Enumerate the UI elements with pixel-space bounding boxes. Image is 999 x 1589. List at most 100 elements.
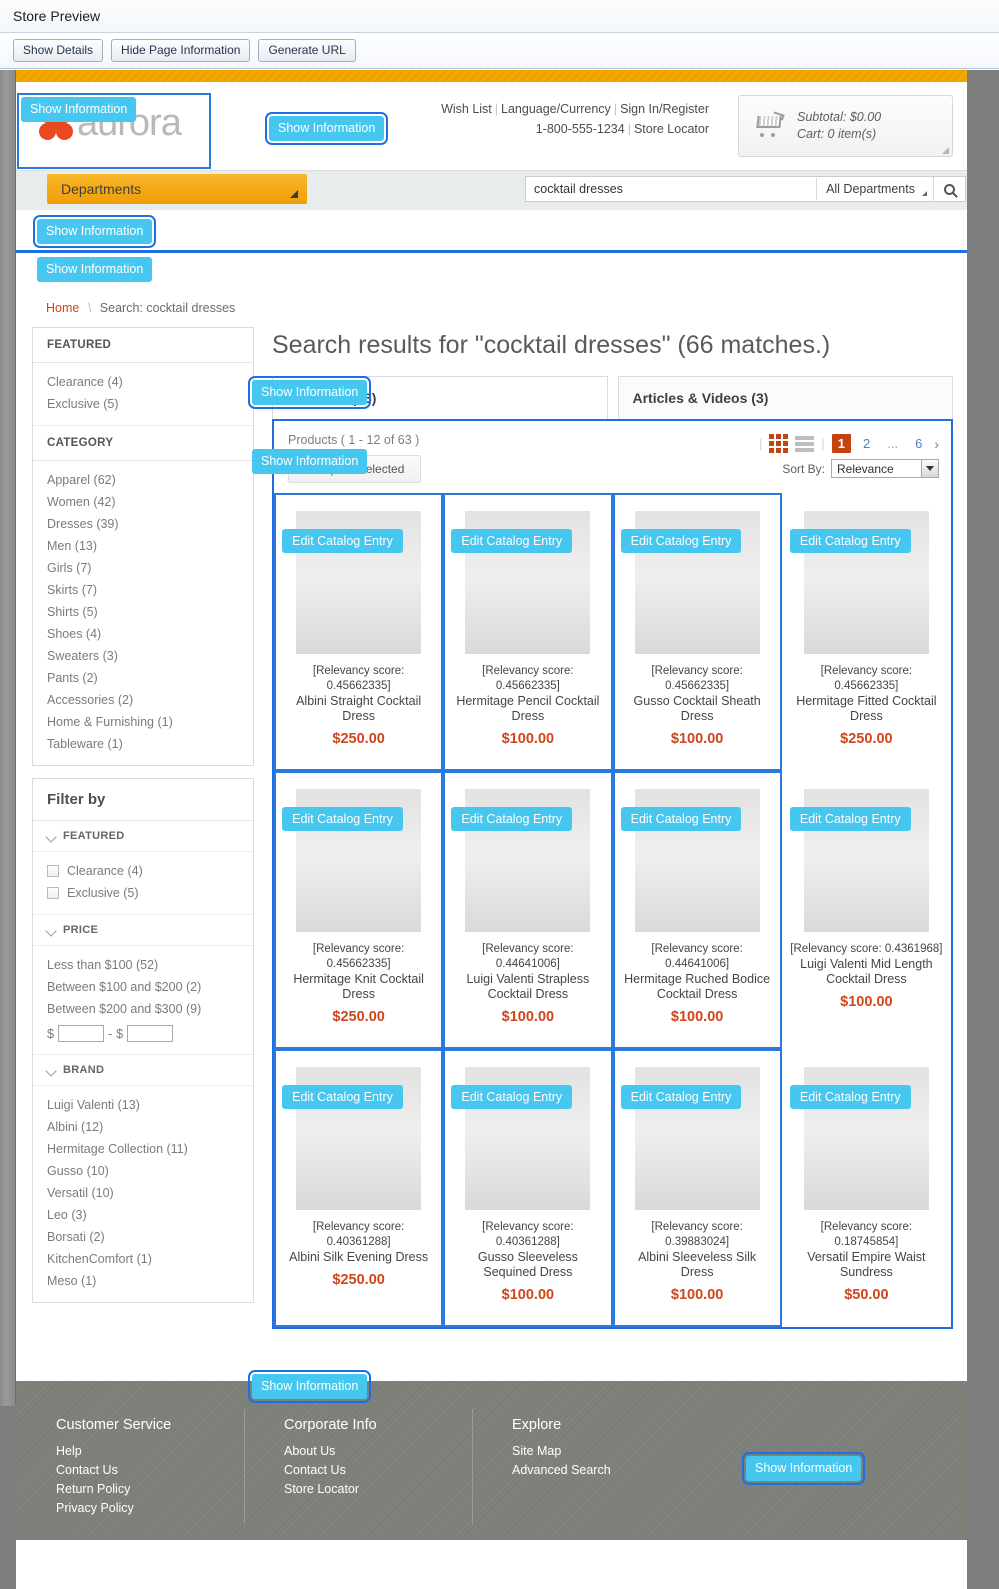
price-200-300[interactable]: Between $200 and $300 (9)	[33, 998, 253, 1020]
show-information-nav-upper[interactable]: Show Information	[37, 219, 152, 244]
show-information-tabs[interactable]: Show Information	[252, 380, 367, 405]
exclusive-checkbox[interactable]	[47, 887, 59, 899]
edit-catalog-entry-button[interactable]: Edit Catalog Entry	[451, 529, 572, 553]
sign-in-register-link[interactable]: Sign In/Register	[620, 102, 709, 116]
footer-link-advanced-search[interactable]: Advanced Search	[512, 1461, 700, 1480]
footer-link-privacy-policy[interactable]: Privacy Policy	[56, 1499, 244, 1518]
facet-girls[interactable]: Girls (7)	[33, 557, 253, 579]
edit-catalog-entry-button[interactable]: Edit Catalog Entry	[451, 1085, 572, 1109]
facet-men[interactable]: Men (13)	[33, 535, 253, 557]
price-less-than-100[interactable]: Less than $100 (52)	[33, 954, 253, 976]
next-page-icon[interactable]: ›	[934, 436, 939, 452]
hide-page-information-button[interactable]: Hide Page Information	[111, 39, 250, 62]
edit-catalog-entry-button[interactable]: Edit Catalog Entry	[790, 529, 911, 553]
product-card[interactable]: Edit Catalog Entry[Relevancy score: 0.39…	[613, 1049, 782, 1327]
price-min-input[interactable]	[58, 1025, 104, 1042]
footer-link-help[interactable]: Help	[56, 1442, 244, 1461]
footer-link-site-map[interactable]: Site Map	[512, 1442, 700, 1461]
brand-gusso[interactable]: Gusso (10)	[33, 1160, 253, 1182]
brand-albini[interactable]: Albini (12)	[33, 1116, 253, 1138]
show-information-header-links[interactable]: Show Information	[269, 116, 384, 141]
footer-link-contact-us-corporate[interactable]: Contact Us	[284, 1461, 472, 1480]
product-card[interactable]: Edit Catalog Entry[Relevancy score: 0.45…	[274, 493, 443, 771]
facet-clearance[interactable]: Clearance (4)	[33, 371, 253, 393]
brand-kitchencomfort[interactable]: KitchenComfort (1)	[33, 1248, 253, 1270]
brand-luigi-valenti[interactable]: Luigi Valenti (13)	[33, 1094, 253, 1116]
facet-sweaters[interactable]: Sweaters (3)	[33, 645, 253, 667]
facet-exclusive[interactable]: Exclusive (5)	[33, 393, 253, 415]
edit-catalog-entry-button[interactable]: Edit Catalog Entry	[621, 807, 742, 831]
search-input[interactable]	[526, 177, 816, 201]
facet-women[interactable]: Women (42)	[33, 491, 253, 513]
edit-catalog-entry-button[interactable]: Edit Catalog Entry	[790, 1085, 911, 1109]
edit-catalog-entry-button[interactable]: Edit Catalog Entry	[282, 807, 403, 831]
show-information-nav-lower[interactable]: Show Information	[37, 257, 152, 282]
footer-link-store-locator[interactable]: Store Locator	[284, 1480, 472, 1499]
mini-cart[interactable]: Subtotal: $0.00 Cart: 0 item(s)	[738, 95, 953, 157]
edit-catalog-entry-button[interactable]: Edit Catalog Entry	[451, 807, 572, 831]
brand-versatil[interactable]: Versatil (10)	[33, 1182, 253, 1204]
tab-articles-videos[interactable]: Articles & Videos (3)	[618, 376, 954, 419]
product-card[interactable]: Edit Catalog Entry[Relevancy score: 0.40…	[443, 1049, 612, 1327]
facet-pants[interactable]: Pants (2)	[33, 667, 253, 689]
edit-catalog-entry-button[interactable]: Edit Catalog Entry	[621, 1085, 742, 1109]
brand-hermitage-collection[interactable]: Hermitage Collection (11)	[33, 1138, 253, 1160]
generate-url-button[interactable]: Generate URL	[258, 39, 355, 62]
clearance-checkbox[interactable]	[47, 865, 59, 877]
show-details-button[interactable]: Show Details	[13, 39, 103, 62]
facet-shirts[interactable]: Shirts (5)	[33, 601, 253, 623]
page-1-link[interactable]: 1	[832, 434, 851, 453]
product-card[interactable]: Edit Catalog Entry[Relevancy score: 0.43…	[782, 771, 951, 1049]
product-card[interactable]: Edit Catalog Entry[Relevancy score: 0.44…	[613, 771, 782, 1049]
page-2-link[interactable]: 2	[858, 435, 875, 452]
facet-shoes[interactable]: Shoes (4)	[33, 623, 253, 645]
price-100-200[interactable]: Between $100 and $200 (2)	[33, 976, 253, 998]
edit-catalog-entry-button[interactable]: Edit Catalog Entry	[282, 529, 403, 553]
wish-list-link[interactable]: Wish List	[441, 102, 492, 116]
show-information-results-bottom[interactable]: Show Information	[252, 1374, 367, 1399]
brand-borsati[interactable]: Borsati (2)	[33, 1226, 253, 1248]
product-card[interactable]: Edit Catalog Entry[Relevancy score: 0.45…	[613, 493, 782, 771]
edit-catalog-entry-button[interactable]: Edit Catalog Entry	[282, 1085, 403, 1109]
page-scrollbar[interactable]	[0, 70, 16, 1406]
product-card[interactable]: Edit Catalog Entry[Relevancy score: 0.45…	[782, 493, 951, 771]
grid-view-icon[interactable]	[769, 434, 788, 453]
brand-meso[interactable]: Meso (1)	[33, 1270, 253, 1292]
footer-link-contact-us[interactable]: Contact Us	[56, 1461, 244, 1480]
product-card[interactable]: Edit Catalog Entry[Relevancy score: 0.45…	[443, 493, 612, 771]
language-currency-link[interactable]: Language/Currency	[501, 102, 611, 116]
sort-by-select[interactable]: Relevance	[831, 459, 939, 478]
filter-exclusive-row[interactable]: Exclusive (5)	[33, 882, 253, 904]
phone-number-link[interactable]: 1-800-555-1234	[536, 122, 625, 136]
search-submit-button[interactable]	[933, 177, 965, 201]
brand-leo[interactable]: Leo (3)	[33, 1204, 253, 1226]
show-information-results-count[interactable]: Show Information	[252, 449, 367, 474]
breadcrumb-home-link[interactable]: Home	[46, 301, 79, 315]
product-card[interactable]: Edit Catalog Entry[Relevancy score: 0.40…	[274, 1049, 443, 1327]
facet-accessories[interactable]: Accessories (2)	[33, 689, 253, 711]
filter-clearance-row[interactable]: Clearance (4)	[33, 860, 253, 882]
edit-catalog-entry-button[interactable]: Edit Catalog Entry	[790, 807, 911, 831]
facet-apparel[interactable]: Apparel (62)	[33, 469, 253, 491]
footer-link-return-policy[interactable]: Return Policy	[56, 1480, 244, 1499]
facet-home-furnishing[interactable]: Home & Furnishing (1)	[33, 711, 253, 733]
filter-brand-header[interactable]: BRAND	[33, 1055, 253, 1086]
page-6-link[interactable]: 6	[910, 435, 927, 452]
product-card[interactable]: Edit Catalog Entry[Relevancy score: 0.44…	[443, 771, 612, 1049]
edit-catalog-entry-button[interactable]: Edit Catalog Entry	[621, 529, 742, 553]
show-information-footer[interactable]: Show Information	[746, 1456, 861, 1481]
search-scope-select[interactable]: All Departments	[816, 178, 933, 200]
filter-price-header[interactable]: PRICE	[33, 915, 253, 946]
product-card[interactable]: Edit Catalog Entry[Relevancy score: 0.18…	[782, 1049, 951, 1327]
store-locator-link[interactable]: Store Locator	[634, 122, 709, 136]
facet-tableware[interactable]: Tableware (1)	[33, 733, 253, 755]
price-max-input[interactable]	[127, 1025, 173, 1042]
filter-featured-header[interactable]: FEATURED	[33, 821, 253, 852]
show-information-logo[interactable]: Show Information	[21, 97, 136, 122]
footer-link-about-us[interactable]: About Us	[284, 1442, 472, 1461]
product-card[interactable]: Edit Catalog Entry[Relevancy score: 0.45…	[274, 771, 443, 1049]
facet-dresses[interactable]: Dresses (39)	[33, 513, 253, 535]
list-view-icon[interactable]	[795, 436, 814, 452]
departments-menu-button[interactable]: Departments	[47, 174, 307, 204]
facet-skirts[interactable]: Skirts (7)	[33, 579, 253, 601]
